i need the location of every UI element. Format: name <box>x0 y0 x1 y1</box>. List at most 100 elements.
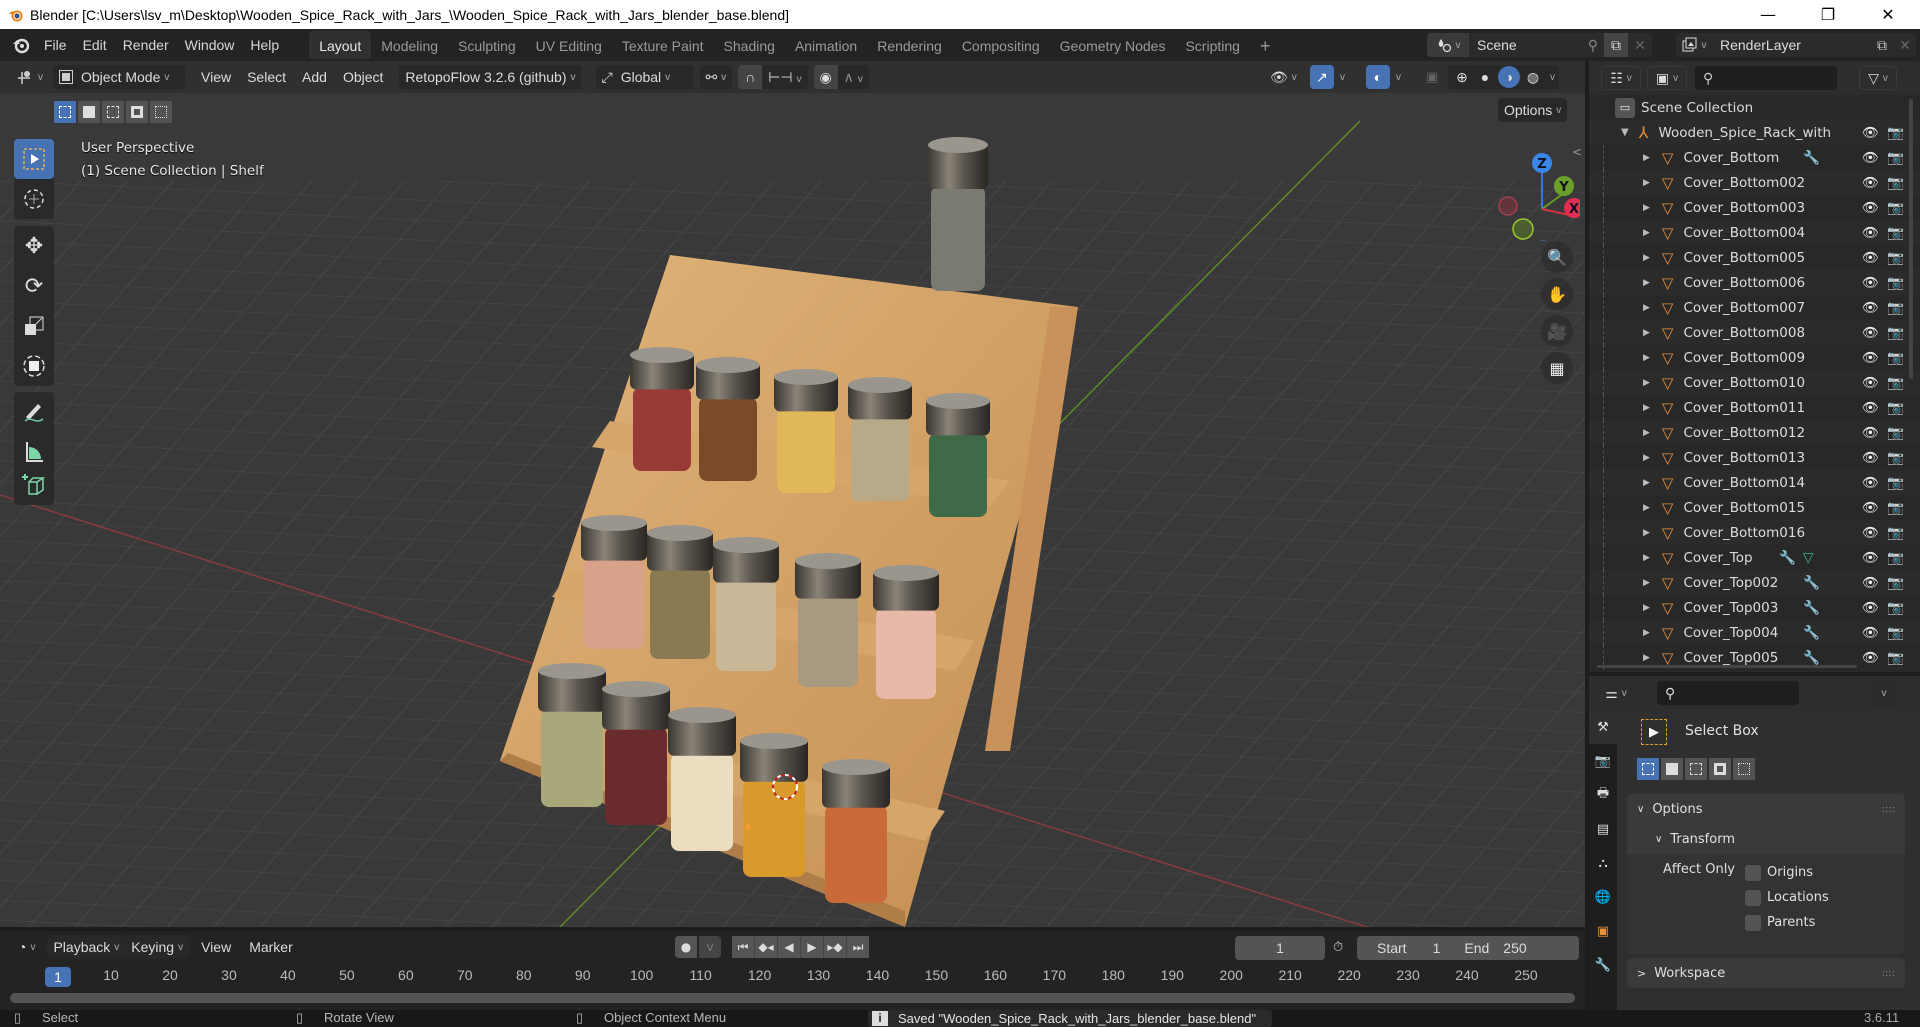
visibility-eye-icon[interactable]: 👁 <box>1862 625 1879 641</box>
mode-intersect-icon[interactable] <box>1733 758 1755 780</box>
expand-arrow-icon[interactable]: ▶ <box>1643 503 1650 513</box>
tab-uv-editing[interactable]: UV Editing <box>526 31 612 59</box>
render-camera-icon[interactable]: 📷 <box>1887 650 1904 666</box>
wrench-icon[interactable]: 🔧 <box>1803 575 1820 591</box>
playhead[interactable]: 1 <box>45 967 71 987</box>
expand-arrow-icon[interactable]: ▶ <box>1643 478 1650 488</box>
tab-rendering[interactable]: Rendering <box>867 31 952 59</box>
render-camera-icon[interactable]: 📷 <box>1887 575 1904 591</box>
render-camera-icon[interactable]: 📷 <box>1887 350 1904 366</box>
neg-x-axis[interactable] <box>1498 196 1518 216</box>
spice-jar[interactable] <box>602 681 670 825</box>
status-report[interactable]: i Saved "Wooden_Spice_Rack_with_Jars_ble… <box>868 1010 1272 1027</box>
visibility-eye-icon[interactable]: 👁 <box>1862 300 1879 316</box>
view-layer-icon[interactable]: v <box>1676 37 1712 53</box>
solid-shading-icon[interactable]: ● <box>1475 69 1495 85</box>
rendered-shading-icon[interactable]: ◍ <box>1523 69 1543 86</box>
play-reverse-button[interactable]: ◀ <box>778 936 800 958</box>
tab-geometry-nodes[interactable]: Geometry Nodes <box>1050 31 1176 59</box>
expand-arrow-icon[interactable]: ▶ <box>1643 378 1650 388</box>
render-camera-icon[interactable]: 📷 <box>1887 250 1904 266</box>
tab-render[interactable]: 📷 <box>1589 744 1617 778</box>
expand-arrow-icon[interactable]: ▶ <box>1643 528 1650 538</box>
tool-annotate[interactable] <box>14 392 54 432</box>
menu-view[interactable]: View <box>195 65 237 89</box>
expand-arrow-icon[interactable]: ▶ <box>1643 278 1650 288</box>
scene-collection-row[interactable]: ▭ Scene Collection <box>1589 95 1920 120</box>
prev-keyframe-button[interactable]: ◆◂ <box>755 936 777 958</box>
spice-jar[interactable] <box>647 525 713 659</box>
xray-toggle-icon[interactable]: ▣ <box>1426 70 1438 85</box>
menu-object[interactable]: Object <box>337 65 389 89</box>
spice-jar[interactable] <box>581 515 647 649</box>
outliner-item[interactable]: ▶ ▽ Cover_Bottom005 👁 📷 <box>1589 245 1920 270</box>
timeline-ruler[interactable]: 10 20 30 40 50 60 70 80 90 100 110 120 130 140 150 160 1… <box>0 963 1585 989</box>
next-keyframe-button[interactable]: ▸◆ <box>824 936 846 958</box>
render-camera-icon[interactable]: 📷 <box>1887 500 1904 516</box>
visibility-eye-icon[interactable]: 👁 <box>1862 425 1879 441</box>
visibility-eye-icon[interactable]: 👁 <box>1862 375 1879 391</box>
mode-extend-icon[interactable] <box>1661 758 1683 780</box>
outliner-item[interactable]: ▶ ▽ Cover_Bottom016 👁 📷 <box>1589 520 1920 545</box>
delete-view-layer-icon[interactable]: ✕ <box>1894 37 1916 54</box>
new-view-layer-icon[interactable]: ⧉ <box>1870 33 1894 57</box>
render-camera-icon[interactable]: 📷 <box>1887 275 1904 291</box>
expand-arrow-icon[interactable]: ▶ <box>1643 453 1650 463</box>
display-mode-selector[interactable]: ▣ v <box>1647 66 1687 90</box>
workspace-panel-header[interactable]: > Workspace :::: <box>1627 958 1905 988</box>
tab-animation[interactable]: Animation <box>785 31 867 59</box>
end-frame-field[interactable]: 250 <box>1503 940 1526 956</box>
pivot-point-selector[interactable]: ⚯ v <box>699 65 733 89</box>
visibility-eye-icon[interactable]: 👁 <box>1862 450 1879 466</box>
use-preview-range-icon[interactable]: ⏱ <box>1333 940 1343 955</box>
outliner-item[interactable]: ▶ ▽ Cover_Bottom003 👁 📷 <box>1589 195 1920 220</box>
visibility-selector[interactable]: 👁 v <box>1264 65 1303 89</box>
scene-icon[interactable]: v <box>1427 33 1469 57</box>
outliner-item[interactable]: ▶ ▽ Cover_Bottom014 👁 📷 <box>1589 470 1920 495</box>
new-scene-icon[interactable]: ⧉ <box>1604 33 1628 57</box>
render-camera-icon[interactable]: 📷 <box>1887 425 1904 441</box>
mode-subtract-icon[interactable] <box>102 101 124 123</box>
tab-scene[interactable]: ⛬ <box>1589 846 1617 880</box>
drag-handle-icon[interactable]: :::: <box>1882 968 1895 979</box>
menu-select[interactable]: Select <box>241 65 292 89</box>
spice-jar[interactable] <box>848 377 912 501</box>
collection-row[interactable]: ▼ ⅄ Wooden_Spice_Rack_with 👁 📷 <box>1589 120 1920 145</box>
view-layer-name[interactable]: RenderLayer <box>1720 37 1870 53</box>
spice-jar-floating[interactable] <box>928 137 988 291</box>
camera-view-button[interactable]: 🎥 <box>1541 315 1573 347</box>
visibility-eye-icon[interactable]: 👁 <box>1862 225 1879 241</box>
spice-jar[interactable] <box>630 347 694 471</box>
menu-edit[interactable]: Edit <box>75 32 115 58</box>
expand-arrow-icon[interactable]: ▶ <box>1643 228 1650 238</box>
menu-file[interactable]: File <box>36 32 75 58</box>
spice-jar[interactable] <box>713 537 779 671</box>
tab-view-layer[interactable]: ▤ <box>1589 812 1617 846</box>
outliner-item[interactable]: ▶ ▽ Cover_Top002 🔧 👁 📷 <box>1589 570 1920 595</box>
outliner-item[interactable]: ▶ ▽ Cover_Bottom007 👁 📷 <box>1589 295 1920 320</box>
visibility-eye-icon[interactable]: 👁 <box>1862 575 1879 591</box>
gizmo-toggle-icon[interactable]: ↗ <box>1310 65 1334 89</box>
spice-jar[interactable] <box>822 759 890 903</box>
delete-scene-icon[interactable]: ✕ <box>1628 37 1652 54</box>
wrench-icon[interactable]: 🔧 <box>1803 150 1820 166</box>
properties-options-button[interactable]: v <box>1872 681 1896 705</box>
viewport-scene[interactable] <box>0 61 1585 927</box>
visibility-eye-icon[interactable]: 👁 <box>1862 475 1879 491</box>
outliner-item[interactable]: ▶ ▽ Cover_Bottom002 👁 📷 <box>1589 170 1920 195</box>
editor-type-button[interactable]: v <box>10 65 49 89</box>
visibility-eye-icon[interactable]: 👁 <box>1862 525 1879 541</box>
tab-modeling[interactable]: Modeling <box>371 31 448 59</box>
filter-button[interactable]: ▽ v <box>1859 66 1897 90</box>
expand-arrow-icon[interactable]: ▶ <box>1643 578 1650 588</box>
visibility-eye-icon[interactable]: 👁 <box>1862 650 1879 666</box>
outliner-editor-type[interactable]: ☷ v <box>1601 66 1641 90</box>
outliner-item[interactable]: ▶ ▽ Cover_Bottom010 👁 📷 <box>1589 370 1920 395</box>
scene-selector[interactable]: v Scene ⚲ ⧉ ✕ <box>1427 33 1652 57</box>
tool-scale[interactable] <box>14 306 54 346</box>
properties-editor-type[interactable]: ⚌ v <box>1597 681 1635 705</box>
outliner-h-scrollbar[interactable] <box>1597 665 1857 668</box>
outliner-item[interactable]: ▶ ▽ Cover_Bottom012 👁 📷 <box>1589 420 1920 445</box>
tab-sculpting[interactable]: Sculpting <box>448 31 526 59</box>
checkbox-parents[interactable]: Parents <box>1745 910 1829 935</box>
